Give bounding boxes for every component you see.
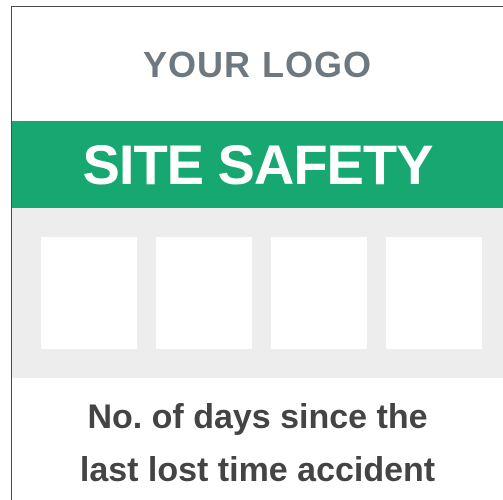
day-counter-panel <box>12 208 503 378</box>
digit-box-3 <box>271 237 367 349</box>
title-banner: SITE SAFETY <box>12 121 503 208</box>
counter-caption: No. of days since the last lost time acc… <box>12 391 503 497</box>
digit-box-2 <box>156 237 252 349</box>
safety-sign: YOUR LOGO SITE SAFETY No. of days since … <box>11 6 503 500</box>
caption-line-1: No. of days since the <box>87 398 428 436</box>
sign-title: SITE SAFETY <box>82 133 434 196</box>
caption-line-2: last lost time accident <box>79 451 436 489</box>
digit-box-1 <box>41 237 137 349</box>
digit-box-4 <box>386 237 482 349</box>
logo-placeholder: YOUR LOGO <box>142 44 372 85</box>
